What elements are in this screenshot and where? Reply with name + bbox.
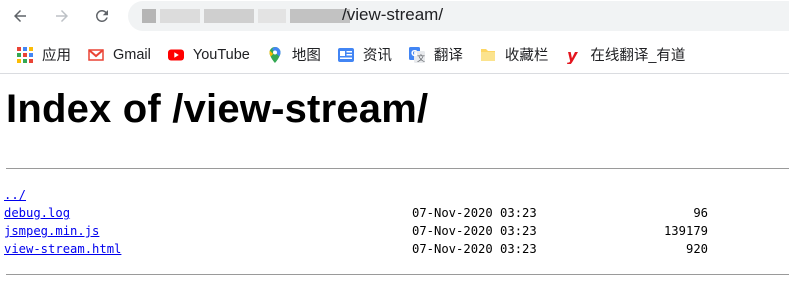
file-link[interactable]: view-stream.html: [4, 242, 121, 256]
list-item: jsmpeg.min.js 07-Nov-2020 03:23 139179: [4, 222, 724, 240]
file-date: 07-Nov-2020 03:23: [412, 242, 537, 256]
bookmark-label: 收藏栏: [504, 48, 549, 64]
file-listing: ../ debug.log 07-Nov-2020 03:23 96 jsmpe…: [4, 186, 724, 258]
file-date: 07-Nov-2020 03:23: [412, 206, 537, 220]
maps-pin-icon: [266, 46, 284, 64]
bookmark-maps[interactable]: 地图: [260, 41, 327, 69]
page-content: Index of /view-stream/ ../ debug.log 07-…: [0, 75, 789, 282]
reload-icon: [95, 9, 108, 22]
list-item: view-stream.html 07-Nov-2020 03:23 920: [4, 240, 724, 258]
parent-dir-link[interactable]: ../: [4, 188, 26, 202]
bookmark-folder[interactable]: 收藏栏: [473, 41, 555, 69]
bookmark-label: 资讯: [362, 48, 392, 64]
list-item: debug.log 07-Nov-2020 03:23 96: [4, 204, 724, 222]
bookmark-label: 翻译: [433, 48, 463, 64]
arrow-right-icon: [56, 10, 68, 22]
bookmark-label: 应用: [42, 48, 71, 64]
news-icon: [337, 46, 355, 64]
bookmarks-bar: 应用 Gmail YouTube 地图 资讯 G文 翻译 收藏栏 y 在线翻译_…: [0, 36, 789, 74]
bookmark-youtube[interactable]: YouTube: [161, 41, 256, 69]
file-link[interactable]: debug.log: [4, 206, 70, 220]
translate-icon: G文: [408, 46, 426, 64]
youdao-icon: y: [564, 46, 582, 64]
svg-text:y: y: [567, 46, 578, 64]
divider-top: [6, 168, 789, 169]
file-date: 07-Nov-2020 03:23: [412, 224, 537, 238]
bookmark-label: 在线翻译_有道: [590, 48, 686, 64]
bookmark-label: Gmail: [113, 46, 151, 63]
svg-text:文: 文: [417, 53, 425, 63]
page-title: Index of /view-stream/: [6, 87, 429, 131]
bookmark-news[interactable]: 资讯: [331, 41, 398, 69]
address-bar[interactable]: /view-stream/: [128, 1, 789, 31]
bookmark-apps[interactable]: 应用: [10, 41, 77, 69]
url-text: /view-stream/: [342, 5, 444, 24]
back-button[interactable]: [8, 4, 32, 28]
url-redacted: [142, 9, 350, 23]
file-size: 96: [693, 206, 708, 220]
gmail-icon: [87, 46, 105, 64]
folder-icon: [479, 46, 497, 64]
divider-bottom: [6, 274, 789, 275]
reload-button[interactable]: [90, 4, 114, 28]
list-item: ../: [4, 186, 724, 204]
bookmark-youdao[interactable]: y 在线翻译_有道: [558, 41, 691, 69]
bookmark-label: 地图: [291, 48, 321, 64]
arrow-left-icon: [14, 10, 26, 22]
browser-toolbar: /view-stream/: [0, 0, 789, 32]
bookmark-label: YouTube: [192, 46, 250, 63]
file-link[interactable]: jsmpeg.min.js: [4, 224, 99, 238]
youtube-icon: [167, 46, 185, 64]
apps-grid-icon: [16, 46, 34, 64]
bookmark-gmail[interactable]: Gmail: [81, 41, 157, 69]
forward-button[interactable]: [50, 4, 74, 28]
file-size: 139179: [663, 224, 708, 238]
file-size: 920: [685, 242, 708, 256]
bookmark-translate[interactable]: G文 翻译: [402, 41, 469, 69]
